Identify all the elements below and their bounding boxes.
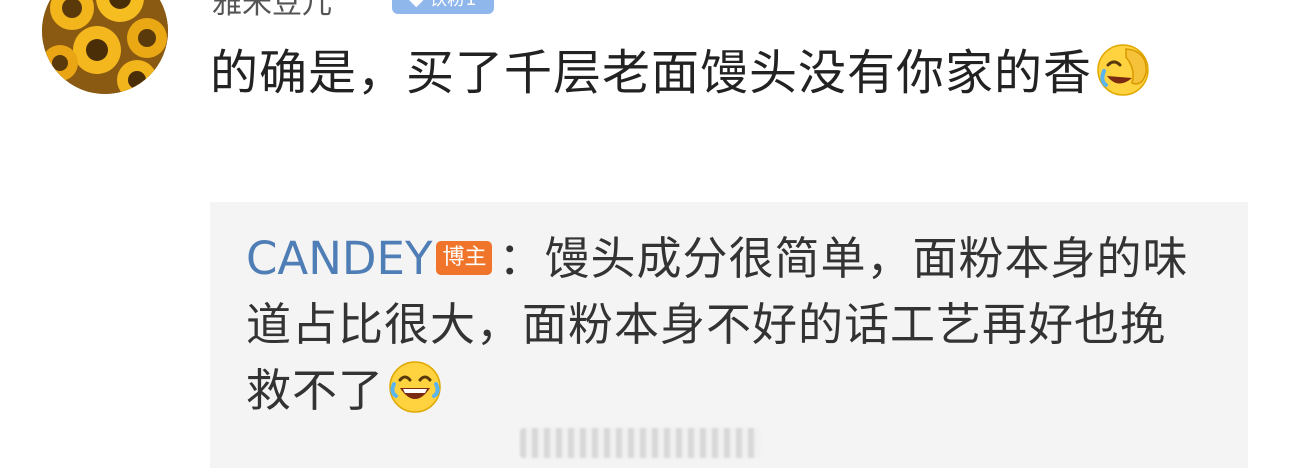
reply-username[interactable]: CANDEY: [246, 232, 432, 285]
sunflower-avatar-image: [42, 0, 168, 94]
reply-separator: ：: [498, 232, 545, 285]
comment-body: 的确是，买了千层老面馒头没有你家的香: [210, 38, 1210, 108]
reply-body: CANDEY 博主 ：馒头成分很简单，面粉本身的味道占比很大，面粉本身不好的话工艺再…: [246, 226, 1206, 424]
diamond-icon: ◆: [409, 0, 423, 14]
comment-text: 的确是，买了千层老面馒头没有你家的香: [210, 45, 1093, 101]
fan-badge: ◆ 铁粉1: [392, 0, 494, 14]
blogger-badge: 博主: [436, 241, 493, 275]
facepalm-laugh-emoji-icon: [1097, 44, 1149, 96]
comment-username[interactable]: 雅米豆儿: [212, 0, 332, 22]
crying-laugh-emoji-icon: [389, 361, 441, 413]
fan-badge-label: 铁粉1: [429, 0, 476, 10]
comment-avatar[interactable]: [42, 0, 168, 94]
blurred-watermark: [520, 428, 760, 458]
reply-box[interactable]: CANDEY 博主 ：馒头成分很简单，面粉本身的味道占比很大，面粉本身不好的话工艺再…: [210, 202, 1248, 468]
